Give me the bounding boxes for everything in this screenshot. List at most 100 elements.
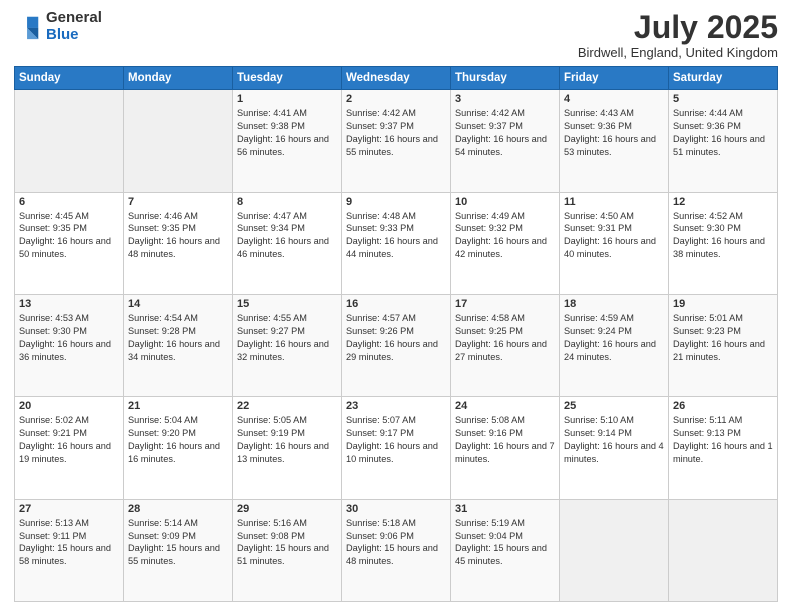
cell-info: Sunrise: 5:14 AM Sunset: 9:09 PM Dayligh… <box>128 517 228 569</box>
day-number: 23 <box>346 400 446 412</box>
table-cell <box>669 499 778 601</box>
cell-info: Sunrise: 5:02 AM Sunset: 9:21 PM Dayligh… <box>19 414 119 466</box>
table-cell: 29 Sunrise: 5:16 AM Sunset: 9:08 PM Dayli… <box>233 499 342 601</box>
table-cell: 25Sunrise: 5:10 AM Sunset: 9:14 PM Dayli… <box>560 397 669 499</box>
day-number: 24 <box>455 400 555 412</box>
day-number: 10 <box>455 196 555 208</box>
day-number: 8 <box>237 196 337 208</box>
day-number: 26 <box>673 400 773 412</box>
header-friday: Friday <box>560 67 669 90</box>
day-number: 17 <box>455 298 555 310</box>
table-cell <box>124 90 233 192</box>
cell-info: Sunrise: 4:43 AM Sunset: 9:36 PM Dayligh… <box>564 107 664 159</box>
day-number: 15 <box>237 298 337 310</box>
week-row-1: 1 Sunrise: 4:41 AM Sunset: 9:38 PM Daylig… <box>15 90 778 192</box>
table-cell: 2 Sunrise: 4:42 AM Sunset: 9:37 PM Daylig… <box>342 90 451 192</box>
day-number: 16 <box>346 298 446 310</box>
cell-info: Sunrise: 5:18 AM Sunset: 9:06 PM Dayligh… <box>346 517 446 569</box>
cell-info: Sunrise: 5:01 AM Sunset: 9:23 PM Dayligh… <box>673 312 773 364</box>
cell-info: Sunrise: 4:53 AM Sunset: 9:30 PM Dayligh… <box>19 312 119 364</box>
cell-info: Sunrise: 5:19 AM Sunset: 9:04 PM Dayligh… <box>455 517 555 569</box>
logo-icon <box>14 13 42 41</box>
day-number: 28 <box>128 503 228 515</box>
table-cell: 3Sunrise: 4:42 AM Sunset: 9:37 PM Daylig… <box>451 90 560 192</box>
week-row-5: 27 Sunrise: 5:13 AM Sunset: 9:11 PM Dayli… <box>15 499 778 601</box>
table-cell: 8Sunrise: 4:47 AM Sunset: 9:34 PM Daylig… <box>233 192 342 294</box>
cell-info: Sunrise: 5:07 AM Sunset: 9:17 PM Dayligh… <box>346 414 446 466</box>
calendar: Sunday Monday Tuesday Wednesday Thursday… <box>14 66 778 602</box>
table-cell: 17Sunrise: 4:58 AM Sunset: 9:25 PM Dayli… <box>451 294 560 396</box>
cell-info: Sunrise: 4:57 AM Sunset: 9:26 PM Dayligh… <box>346 312 446 364</box>
table-cell: 26 Sunrise: 5:11 AM Sunset: 9:13 PM Dayli… <box>669 397 778 499</box>
header-wednesday: Wednesday <box>342 67 451 90</box>
table-cell: 24Sunrise: 5:08 AM Sunset: 9:16 PM Dayli… <box>451 397 560 499</box>
day-number: 14 <box>128 298 228 310</box>
cell-info: Sunrise: 5:13 AM Sunset: 9:11 PM Dayligh… <box>19 517 119 569</box>
day-number: 1 <box>237 93 337 105</box>
table-cell: 31 Sunrise: 5:19 AM Sunset: 9:04 PM Dayli… <box>451 499 560 601</box>
month-year: July 2025 <box>578 10 778 45</box>
header-monday: Monday <box>124 67 233 90</box>
day-number: 31 <box>455 503 555 515</box>
table-cell: 14 Sunrise: 4:54 AM Sunset: 9:28 PM Dayli… <box>124 294 233 396</box>
cell-info: Sunrise: 4:54 AM Sunset: 9:28 PM Dayligh… <box>128 312 228 364</box>
day-number: 21 <box>128 400 228 412</box>
day-number: 18 <box>564 298 664 310</box>
table-cell: 4 Sunrise: 4:43 AM Sunset: 9:36 PM Daylig… <box>560 90 669 192</box>
week-row-4: 20 Sunrise: 5:02 AM Sunset: 9:21 PM Dayli… <box>15 397 778 499</box>
cell-info: Sunrise: 4:44 AM Sunset: 9:36 PM Dayligh… <box>673 107 773 159</box>
day-number: 13 <box>19 298 119 310</box>
header-thursday: Thursday <box>451 67 560 90</box>
cell-info: Sunrise: 4:48 AM Sunset: 9:33 PM Dayligh… <box>346 210 446 262</box>
table-cell: 23 Sunrise: 5:07 AM Sunset: 9:17 PM Dayli… <box>342 397 451 499</box>
table-cell: 27 Sunrise: 5:13 AM Sunset: 9:11 PM Dayli… <box>15 499 124 601</box>
header-sunday: Sunday <box>15 67 124 90</box>
logo-general-text: General <box>46 10 102 27</box>
cell-info: Sunrise: 4:59 AM Sunset: 9:24 PM Dayligh… <box>564 312 664 364</box>
table-cell: 6Sunrise: 4:45 AM Sunset: 9:35 PM Daylig… <box>15 192 124 294</box>
header-saturday: Saturday <box>669 67 778 90</box>
cell-info: Sunrise: 5:11 AM Sunset: 9:13 PM Dayligh… <box>673 414 773 466</box>
table-cell: 22Sunrise: 5:05 AM Sunset: 9:19 PM Dayli… <box>233 397 342 499</box>
cell-info: Sunrise: 4:41 AM Sunset: 9:38 PM Dayligh… <box>237 107 337 159</box>
day-number: 6 <box>19 196 119 208</box>
cell-info: Sunrise: 4:46 AM Sunset: 9:35 PM Dayligh… <box>128 210 228 262</box>
day-number: 12 <box>673 196 773 208</box>
cell-info: Sunrise: 4:42 AM Sunset: 9:37 PM Dayligh… <box>455 107 555 159</box>
day-number: 27 <box>19 503 119 515</box>
day-number: 9 <box>346 196 446 208</box>
cell-info: Sunrise: 5:05 AM Sunset: 9:19 PM Dayligh… <box>237 414 337 466</box>
table-cell: 11 Sunrise: 4:50 AM Sunset: 9:31 PM Dayli… <box>560 192 669 294</box>
table-cell: 19Sunrise: 5:01 AM Sunset: 9:23 PM Dayli… <box>669 294 778 396</box>
table-cell: 15Sunrise: 4:55 AM Sunset: 9:27 PM Dayli… <box>233 294 342 396</box>
table-cell: 21Sunrise: 5:04 AM Sunset: 9:20 PM Dayli… <box>124 397 233 499</box>
table-cell: 13 Sunrise: 4:53 AM Sunset: 9:30 PM Dayli… <box>15 294 124 396</box>
day-number: 7 <box>128 196 228 208</box>
day-number: 29 <box>237 503 337 515</box>
week-row-2: 6Sunrise: 4:45 AM Sunset: 9:35 PM Daylig… <box>15 192 778 294</box>
day-number: 4 <box>564 93 664 105</box>
cell-info: Sunrise: 4:50 AM Sunset: 9:31 PM Dayligh… <box>564 210 664 262</box>
logo: General Blue <box>14 10 102 43</box>
day-number: 20 <box>19 400 119 412</box>
day-number: 2 <box>346 93 446 105</box>
day-number: 30 <box>346 503 446 515</box>
table-cell: 10 Sunrise: 4:49 AM Sunset: 9:32 PM Dayli… <box>451 192 560 294</box>
cell-info: Sunrise: 5:16 AM Sunset: 9:08 PM Dayligh… <box>237 517 337 569</box>
table-cell: 28 Sunrise: 5:14 AM Sunset: 9:09 PM Dayli… <box>124 499 233 601</box>
cell-info: Sunrise: 4:52 AM Sunset: 9:30 PM Dayligh… <box>673 210 773 262</box>
day-number: 5 <box>673 93 773 105</box>
week-row-3: 13 Sunrise: 4:53 AM Sunset: 9:30 PM Dayli… <box>15 294 778 396</box>
table-cell: 1 Sunrise: 4:41 AM Sunset: 9:38 PM Daylig… <box>233 90 342 192</box>
day-number: 11 <box>564 196 664 208</box>
table-cell: 18 Sunrise: 4:59 AM Sunset: 9:24 PM Dayli… <box>560 294 669 396</box>
logo-blue-text: Blue <box>46 27 102 44</box>
header: General Blue July 2025 Birdwell, England… <box>14 10 778 60</box>
page: General Blue July 2025 Birdwell, England… <box>0 0 792 612</box>
table-cell: 16 Sunrise: 4:57 AM Sunset: 9:26 PM Dayli… <box>342 294 451 396</box>
cell-info: Sunrise: 4:49 AM Sunset: 9:32 PM Dayligh… <box>455 210 555 262</box>
table-cell: 9 Sunrise: 4:48 AM Sunset: 9:33 PM Daylig… <box>342 192 451 294</box>
table-cell <box>15 90 124 192</box>
title-block: July 2025 Birdwell, England, United King… <box>578 10 778 60</box>
cell-info: Sunrise: 4:42 AM Sunset: 9:37 PM Dayligh… <box>346 107 446 159</box>
